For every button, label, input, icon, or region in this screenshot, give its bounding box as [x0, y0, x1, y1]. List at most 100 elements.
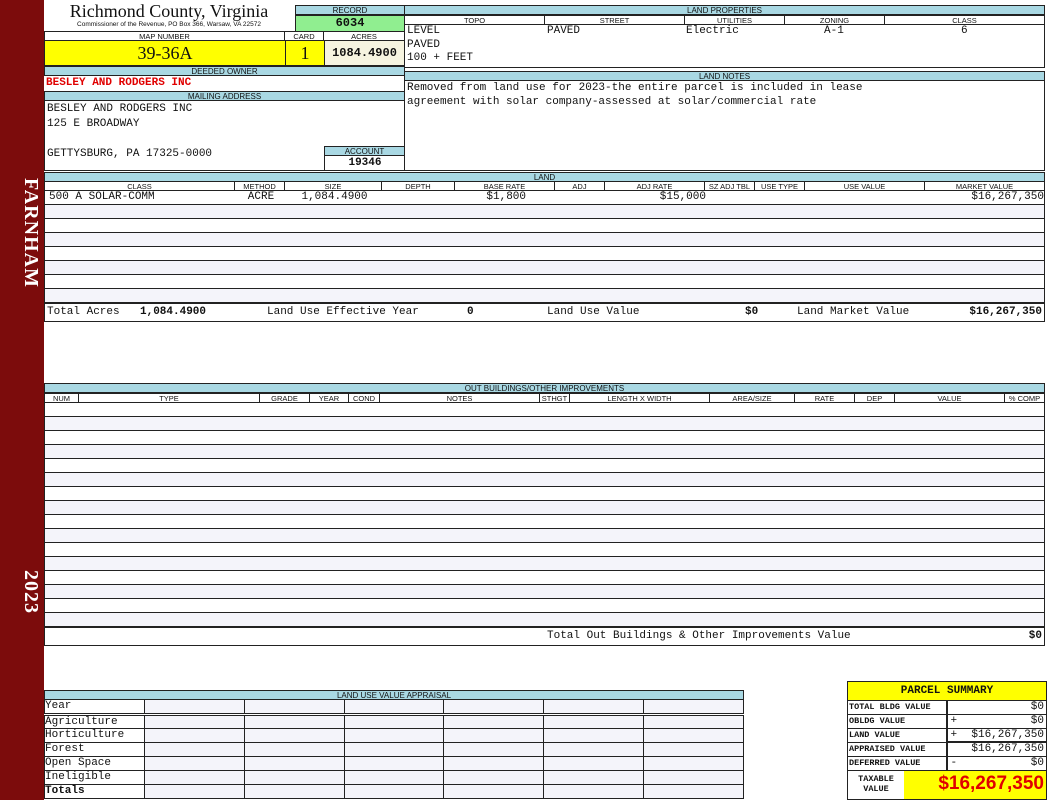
parcel-summary-row: DEFERRED VALUE - $0: [847, 757, 1047, 771]
card-value: 1: [285, 40, 325, 66]
land-row: [44, 261, 1045, 275]
parcel-summary-value: $0: [1030, 715, 1044, 727]
outbuildings-col-header: NOTES: [380, 393, 540, 403]
land-use-cell: [244, 729, 345, 743]
land-use-cell: [644, 729, 745, 743]
outbuildings-row: [44, 571, 1045, 585]
outbuildings-col-header: NUM: [44, 393, 79, 403]
land-use-cell: [144, 743, 245, 757]
land-use-cell: [344, 716, 445, 729]
land-cell: ACRE: [247, 191, 275, 203]
land-use-cell: [544, 757, 645, 771]
land-properties-title: LAND PROPERTIES: [404, 5, 1045, 15]
land-row: [44, 205, 1045, 219]
land-use-cell: [344, 729, 445, 743]
land-use-row: Totals: [44, 785, 745, 799]
land-use-cell: [244, 700, 345, 714]
land-use-cell: [144, 785, 245, 799]
taxable-value: $16,267,350: [904, 771, 1046, 799]
total-acres-value: 1,084.4900: [140, 306, 207, 318]
parcel-summary-value: $16,267,350: [971, 743, 1044, 755]
land-use-cell: [644, 757, 745, 771]
land-use-cell: [244, 785, 345, 799]
district-label: FARNHAM: [20, 178, 42, 288]
land-row: [44, 219, 1045, 233]
land-col-header: SIZE: [285, 181, 382, 191]
land-use-cell: [344, 743, 445, 757]
outbuildings-col-header: STHGT: [540, 393, 570, 403]
land-use-cell: [444, 785, 545, 799]
land-cell: $16,267,350: [971, 191, 1044, 203]
account-label: ACCOUNT: [324, 146, 405, 156]
land-totals-row: Total Acres 1,084.4900 Land Use Effectiv…: [44, 303, 1045, 322]
outbuildings-row: [44, 459, 1045, 473]
land-cell: 1,084.4900: [301, 191, 368, 203]
land-use-cell: [144, 716, 245, 729]
land-use-cell: [544, 729, 645, 743]
land-use-cell: [244, 771, 345, 785]
land-market-value: $16,267,350: [969, 306, 1042, 318]
sign: +: [950, 729, 958, 741]
outbuildings-row: [44, 529, 1045, 543]
parcel-summary-value: $0: [1030, 757, 1044, 769]
outbuildings-col-header: % COMP: [1005, 393, 1045, 403]
outbuildings-row: [44, 585, 1045, 599]
land-col-header: MARKET VALUE: [925, 181, 1045, 191]
map-number-value: 39-36A: [44, 40, 286, 66]
class-value: 6: [961, 25, 968, 37]
parcel-summary-label: DEFERRED VALUE: [848, 757, 948, 771]
outbuildings-col-header: RATE: [795, 393, 855, 403]
topo-line: 100 + FEET: [407, 52, 474, 64]
outbuildings-row: [44, 501, 1045, 515]
outbuildings-row: [44, 599, 1045, 613]
outbuildings-col-header: AREA/SIZE: [710, 393, 795, 403]
land-col-header: USE VALUE: [805, 181, 925, 191]
land-use-row-label: Open Space: [44, 757, 145, 771]
county-subtitle: Commissioner of the Revenue, PO Box 366,…: [77, 21, 261, 28]
land-cell: $1,800: [486, 191, 526, 203]
land-row: [44, 275, 1045, 289]
land-use-row: Ineligible: [44, 771, 745, 785]
land-use-row-label: Horticulture: [44, 729, 145, 743]
land-use-cell: [244, 757, 345, 771]
parcel-summary-value-cell: $0: [947, 701, 1047, 715]
outbuildings-col-header: TYPE: [79, 393, 260, 403]
topo-value: LEVEL PAVED 100 + FEET: [407, 25, 473, 66]
land-row: [44, 289, 1045, 303]
land-use-row: Open Space: [44, 757, 745, 771]
deeded-owner-label: DEEDED OWNER: [44, 66, 405, 76]
land-cell: $15,000: [659, 191, 706, 203]
parcel-summary-title: PARCEL SUMMARY: [847, 681, 1047, 701]
zoning-value: A-1: [824, 25, 844, 37]
parcel-summary-label: OBLDG VALUE: [848, 715, 948, 729]
land-use-value: $0: [745, 306, 759, 318]
address-line: BESLEY AND RODGERS INC: [47, 103, 193, 115]
land-use-cell: [344, 700, 445, 714]
outbuildings-col-header: DEP: [855, 393, 895, 403]
land-market-value-label: Land Market Value: [797, 306, 910, 318]
land-use-cell: [344, 757, 445, 771]
parcel-summary-value: $16,267,350: [971, 729, 1044, 741]
land-note-line: agreement with solar company-assessed at…: [407, 96, 817, 108]
topo-line: PAVED: [407, 38, 441, 51]
land-row: [44, 233, 1045, 247]
land-use-cell: [544, 716, 645, 729]
topo-line: LEVEL: [407, 25, 441, 37]
land-use-cell: [144, 757, 245, 771]
land-col-header: CLASS: [44, 181, 235, 191]
parcel-summary-value-cell: $16,267,350: [947, 743, 1047, 757]
parcel-summary-label: LAND VALUE: [848, 729, 948, 743]
utilities-value: Electric: [686, 25, 739, 37]
land-use-row: Year: [44, 700, 745, 714]
outbuildings-total-value: $0: [1028, 630, 1042, 642]
taxable-value-row: TAXABLE VALUE $16,267,350: [847, 771, 1047, 800]
land-col-header: USE TYPE: [755, 181, 805, 191]
land-use-cell: [544, 743, 645, 757]
outbuildings-row: [44, 543, 1045, 557]
parcel-summary-row: TOTAL BLDG VALUE $0: [847, 701, 1047, 715]
outbuildings-row: [44, 613, 1045, 627]
land-use-cell: [644, 785, 745, 799]
land-row: 500 A SOLAR-COMM ACRE 1,084.4900 $1,800 $15,…: [44, 191, 1045, 205]
outbuildings-total-row: Total Out Buildings & Other Improvements…: [44, 627, 1045, 646]
total-acres-label: Total Acres: [47, 306, 120, 318]
